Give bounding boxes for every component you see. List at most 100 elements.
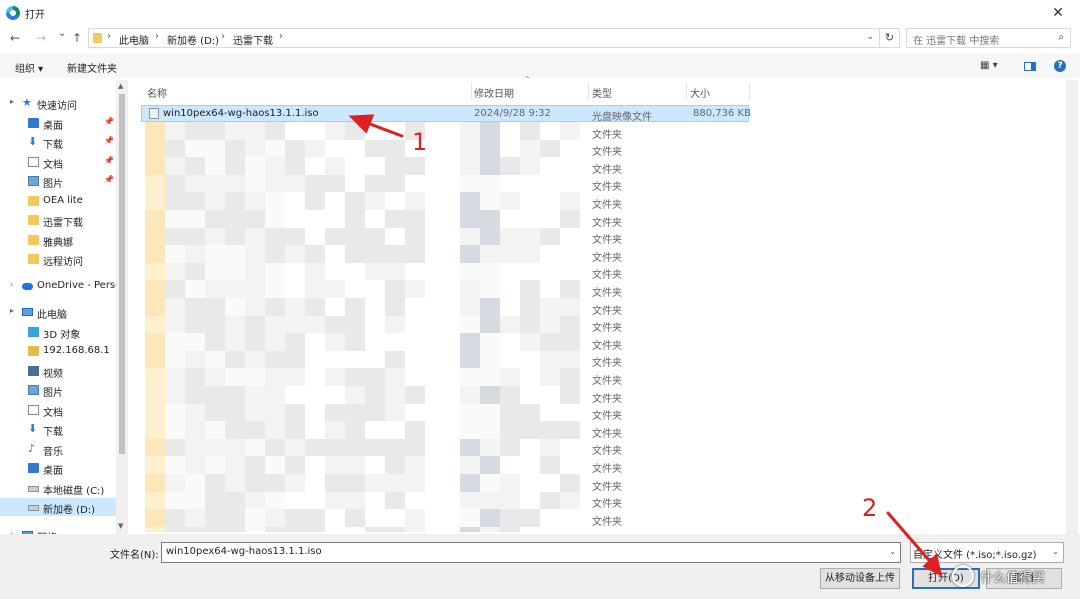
- expand-chevron-icon[interactable]: ▸: [10, 306, 14, 315]
- sidebar-item[interactable]: OEA lite: [0, 192, 116, 210]
- navigation-pane-scrollbar[interactable]: ▲ ▼: [116, 80, 128, 534]
- sidebar-item[interactable]: ⬇ 下载 📌: [0, 133, 116, 151]
- sidebar-item[interactable]: 雅典娜: [0, 231, 116, 249]
- sidebar-item[interactable]: 桌面: [0, 459, 116, 477]
- redaction-block: [205, 139, 225, 158]
- sidebar-item[interactable]: ⬇ 下载: [0, 420, 116, 438]
- file-type-filter-value[interactable]: 自定义文件 (*.iso;*.iso.gz): [913, 546, 1037, 561]
- refresh-button[interactable]: ↻: [880, 28, 900, 48]
- sidebar-item[interactable]: 图片 📌: [0, 172, 116, 190]
- redaction-block: [145, 509, 165, 528]
- address-dropdown-icon[interactable]: ⌄: [866, 32, 874, 42]
- upload-from-mobile-button[interactable]: 从移动设备上传: [820, 568, 900, 589]
- breadcrumb-this-pc[interactable]: 此电脑: [119, 32, 149, 47]
- up-arrow-icon[interactable]: ↑: [72, 31, 82, 45]
- redaction-block: [345, 368, 365, 387]
- back-arrow-icon[interactable]: ←: [10, 31, 20, 45]
- redaction-block: [365, 315, 385, 334]
- redaction-block: [305, 491, 325, 510]
- sidebar-item[interactable]: 本地磁盘 (C:): [0, 479, 116, 497]
- file-type-filter-select[interactable]: 自定义文件 (*.iso;*.iso.gz) ⌄: [910, 542, 1064, 563]
- sidebar-item[interactable]: 文档 📌: [0, 153, 116, 171]
- filename-value[interactable]: win10pex64-wg-haos13.1.1.iso: [166, 546, 322, 557]
- preview-pane-icon[interactable]: [1024, 62, 1036, 71]
- redaction-block: [500, 368, 520, 387]
- redaction-block: [165, 262, 185, 281]
- redaction-block: [365, 350, 385, 369]
- recent-locations-chevron-icon[interactable]: ⌄: [58, 28, 66, 39]
- redaction-block: [345, 421, 365, 440]
- close-button[interactable]: ✕: [1046, 2, 1070, 24]
- redaction-block: [460, 174, 480, 193]
- sidebar-item-label: 文档: [43, 408, 63, 419]
- sidebar-item[interactable]: ▸ 此电脑: [0, 303, 116, 321]
- redaction-block: [225, 526, 245, 532]
- sidebar-item[interactable]: ›网络: [0, 526, 116, 534]
- column-header-type[interactable]: 类型: [592, 85, 612, 100]
- filename-dropdown-icon[interactable]: ⌄: [889, 547, 896, 556]
- sidebar-item[interactable]: 视频: [0, 362, 116, 380]
- redaction-block: [225, 122, 245, 140]
- redaction-block: [145, 262, 165, 281]
- redaction-block: [365, 139, 385, 158]
- redaction-block: [245, 474, 265, 492]
- redaction-block: [265, 403, 285, 422]
- file-list-scrollbar[interactable]: [1066, 80, 1078, 534]
- 3d-objects-icon: [28, 327, 39, 337]
- breadcrumb-separator[interactable]: ›: [107, 31, 111, 42]
- expand-chevron-icon[interactable]: ›: [10, 280, 13, 289]
- organize-menu-button[interactable]: 组织 ▾: [15, 60, 43, 75]
- forward-arrow-icon[interactable]: →: [36, 31, 46, 45]
- column-header-name[interactable]: 名称: [147, 85, 167, 100]
- search-box[interactable]: 在 迅雷下载 中搜索 ⌕: [906, 28, 1071, 48]
- column-header-date[interactable]: 修改日期: [474, 85, 514, 100]
- redaction-block: [185, 456, 205, 475]
- file-row[interactable]: win10pex64-wg-haos13.1.1.iso 2024/9/28 9:…: [141, 105, 1063, 123]
- column-header-size[interactable]: 大小: [690, 85, 710, 100]
- address-bar[interactable]: › 此电脑 › 新加卷 (D:) › 迅雷下载 › ⌄: [88, 28, 880, 48]
- expand-chevron-icon[interactable]: ▸: [10, 97, 14, 106]
- sidebar-item[interactable]: 远程访问: [0, 250, 116, 268]
- redaction-block: [540, 174, 560, 193]
- sidebar-item[interactable]: 192.168.68.1: [0, 342, 116, 360]
- redaction-block: [205, 192, 225, 211]
- redaction-block: [405, 350, 425, 369]
- new-folder-button[interactable]: 新建文件夹: [67, 60, 117, 75]
- sidebar-item[interactable]: 图片: [0, 381, 116, 399]
- sidebar-item[interactable]: › OneDrive - Perso: [0, 277, 116, 295]
- breadcrumb-drive-d[interactable]: 新加卷 (D:): [167, 32, 219, 47]
- download-icon: ⬇: [28, 135, 38, 148]
- sidebar-item[interactable]: 新加卷 (D:): [0, 498, 116, 516]
- breadcrumb-separator[interactable]: ›: [221, 31, 225, 42]
- redaction-block: [385, 368, 405, 387]
- filter-dropdown-icon[interactable]: ⌄: [1052, 547, 1059, 556]
- view-options-icon[interactable]: ▦ ▾: [980, 60, 998, 71]
- redaction-block: [185, 315, 205, 334]
- filename-label: 文件名(N):: [110, 550, 159, 561]
- sidebar-item[interactable]: 迅雷下载: [0, 211, 116, 229]
- breadcrumb-separator[interactable]: ›: [279, 31, 283, 42]
- redaction-block: [480, 210, 500, 228]
- help-icon[interactable]: ?: [1054, 60, 1066, 72]
- drive-icon: [28, 486, 39, 492]
- breadcrumb-separator[interactable]: ›: [155, 31, 159, 42]
- redaction-block: [560, 456, 580, 475]
- redaction-block: [365, 474, 385, 492]
- redaction-block: [480, 403, 500, 422]
- redaction-block: [205, 403, 225, 422]
- sidebar-item[interactable]: 文档: [0, 401, 116, 419]
- sidebar-item[interactable]: ▸ ★ 快速访问: [0, 94, 116, 112]
- sidebar-item[interactable]: 3D 对象: [0, 323, 116, 341]
- redaction-block: [405, 456, 425, 475]
- search-placeholder: 在 迅雷下载 中搜索: [913, 36, 1000, 47]
- redaction-block: [285, 368, 305, 387]
- search-icon[interactable]: ⌕: [1058, 32, 1064, 43]
- redaction-block: [205, 122, 225, 140]
- redaction-block: [560, 174, 580, 193]
- filename-input[interactable]: win10pex64-wg-haos13.1.1.iso ⌄: [161, 542, 901, 563]
- redaction-block: [205, 245, 225, 264]
- breadcrumb-xunlei-folder[interactable]: 迅雷下载: [233, 32, 273, 47]
- sidebar-item[interactable]: 桌面 📌: [0, 114, 116, 132]
- redaction-block: [145, 298, 165, 316]
- sidebar-item[interactable]: ♪ 音乐: [0, 440, 116, 458]
